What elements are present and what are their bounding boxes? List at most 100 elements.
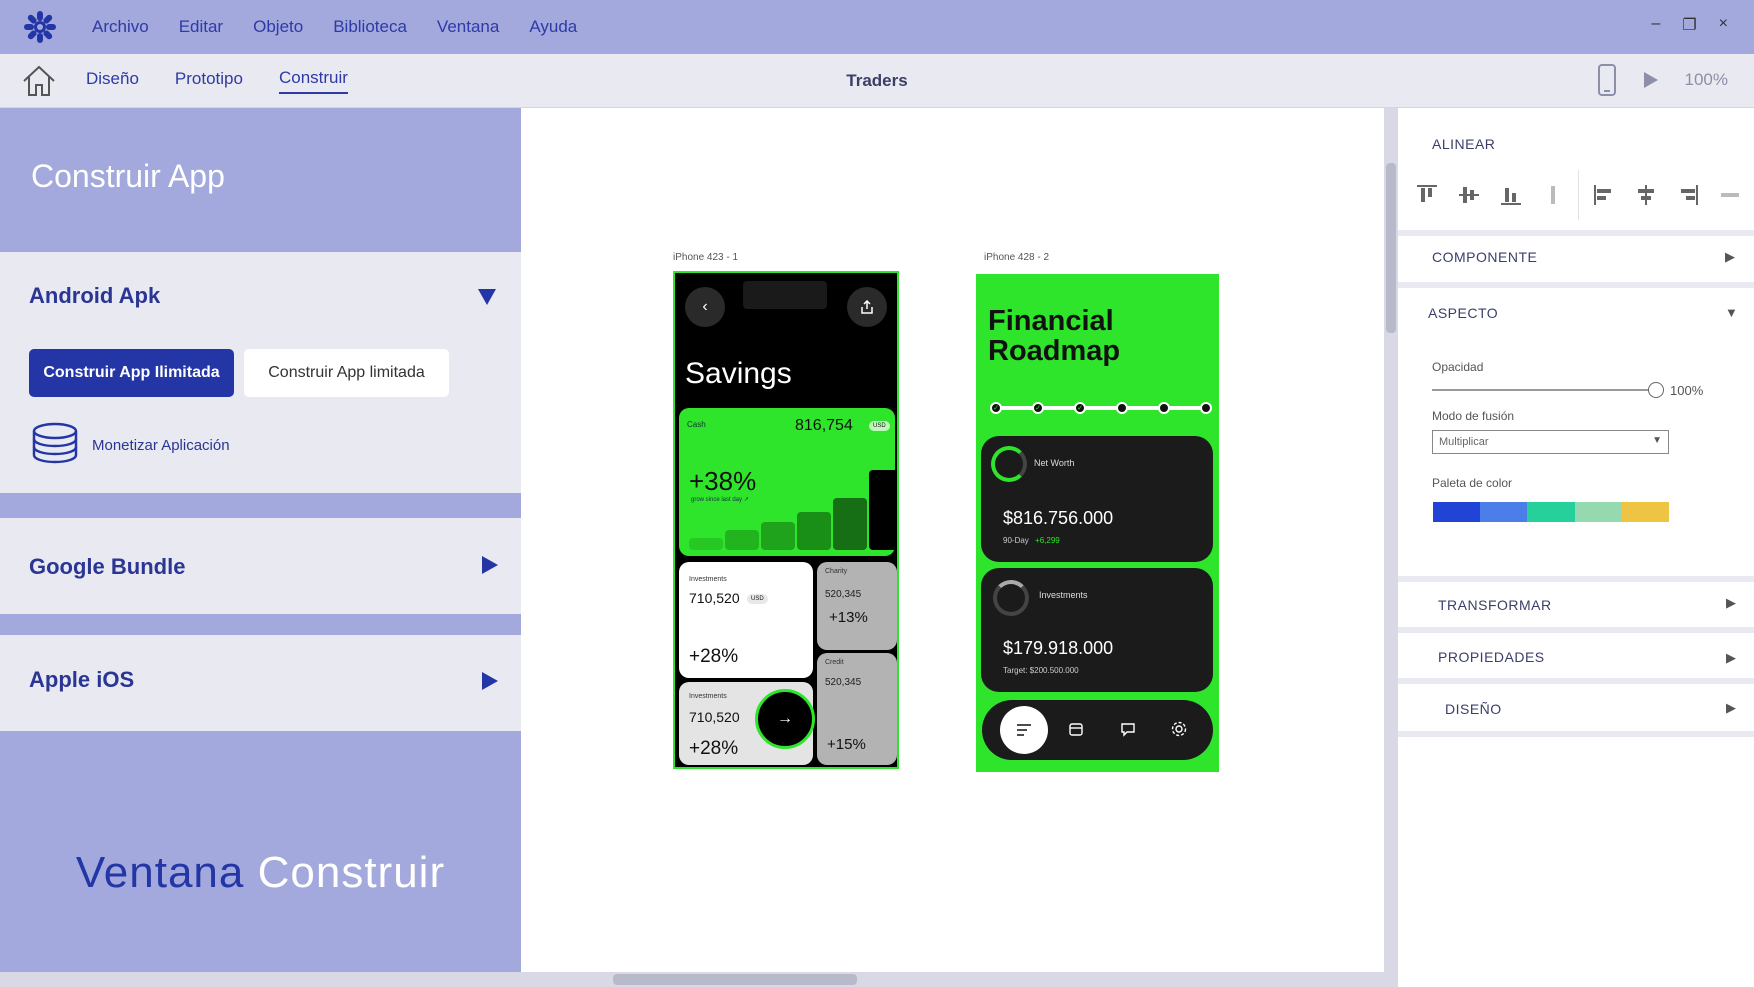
menu-ayuda[interactable]: Ayuda (529, 17, 577, 37)
vertical-scrollbar[interactable] (1384, 108, 1398, 987)
tab-construir[interactable]: Construir (278, 68, 348, 94)
app-logo-icon[interactable] (20, 7, 60, 47)
back-icon[interactable]: ‹ (685, 287, 725, 327)
align-divider (1578, 170, 1579, 220)
expand-arrow-icon[interactable]: ▶ (1725, 249, 1735, 265)
roadmap-progress-steps: ✓ ✓ ✓ (990, 402, 1212, 414)
collapse-arrow-icon[interactable] (478, 289, 496, 305)
tab-prototipo[interactable]: Prototipo (175, 69, 243, 93)
menu-archivo[interactable]: Archivo (92, 17, 149, 37)
minimize-button[interactable]: – (1651, 15, 1660, 35)
device-preview-icon[interactable] (1597, 64, 1617, 96)
horizontal-scroll-thumb[interactable] (613, 974, 857, 985)
align-bottom-icon[interactable] (1498, 182, 1524, 208)
build-limited-button[interactable]: Construir App limitada (244, 349, 449, 397)
menu-objeto[interactable]: Objeto (253, 17, 303, 37)
apple-section[interactable]: Apple iOS (0, 635, 521, 731)
design-canvas[interactable]: iPhone 423 - 1 iPhone 428 - 2 (521, 108, 1384, 972)
share-icon[interactable] (847, 287, 887, 327)
cash-value: 816,754 (795, 417, 853, 434)
palette-swatch[interactable] (1433, 502, 1481, 522)
vertical-scroll-thumb[interactable] (1386, 163, 1396, 333)
expand-arrow-icon[interactable] (482, 672, 498, 690)
networth-card[interactable]: Net Worth $816.756.000 90-Day +6,299 (981, 436, 1213, 562)
charity-card[interactable]: Charity 520,345 +13% (817, 562, 897, 650)
palette-swatch[interactable] (1480, 502, 1528, 522)
networth-period: 90-Day +6,299 (1003, 536, 1060, 545)
palette-swatch[interactable] (1527, 502, 1575, 522)
home-icon[interactable] (20, 62, 58, 100)
android-section-title[interactable]: Android Apk (29, 283, 160, 309)
align-header: ALINEAR (1432, 136, 1496, 152)
frame-label-1[interactable]: iPhone 423 - 1 (673, 252, 738, 263)
phone-frame-roadmap[interactable]: Financial Roadmap ✓ ✓ ✓ Net Worth $816.756… (976, 274, 1219, 772)
monetize-link[interactable]: Monetizar Aplicación (92, 437, 230, 454)
palette-swatch[interactable] (1574, 502, 1622, 522)
tab-diseno[interactable]: Diseño (86, 69, 139, 93)
expand-arrow-icon[interactable]: ▶ (1726, 650, 1736, 666)
blend-mode-value: Multiplicar (1439, 436, 1489, 448)
arrow-right-icon[interactable]: → (755, 689, 815, 749)
android-section: Android Apk Construir App Ilimitada Cons… (0, 252, 521, 493)
menu-editar[interactable]: Editar (179, 17, 223, 37)
component-header[interactable]: COMPONENTE (1432, 249, 1537, 265)
chat-icon[interactable] (1120, 721, 1136, 742)
zoom-level[interactable]: 100% (1685, 70, 1728, 90)
progress-track (990, 406, 1212, 410)
menu-biblioteca[interactable]: Biblioteca (333, 17, 407, 37)
cash-card[interactable]: Cash 816,754 USD +38% grow since last da… (679, 408, 895, 556)
play-icon[interactable] (1643, 71, 1659, 89)
charity-change: +13% (829, 609, 868, 626)
design-header[interactable]: DISEÑO (1445, 701, 1502, 717)
expand-arrow-icon[interactable] (482, 556, 498, 574)
notch (743, 281, 827, 309)
investments-card[interactable]: Investments 710,520 USD +28% (679, 562, 813, 678)
distribute-horizontal-icon[interactable] (1717, 182, 1743, 208)
investments-label: Investments (689, 576, 727, 583)
cash-label: Cash (687, 420, 706, 429)
align-right-icon[interactable] (1675, 182, 1701, 208)
investments-roadmap-card[interactable]: Investments $179.918.000 Target: $200.50… (981, 568, 1213, 692)
credit-card[interactable]: Credit 520,345 +15% (817, 653, 897, 765)
palette-swatch[interactable] (1621, 502, 1670, 522)
close-button[interactable]: × (1719, 15, 1728, 35)
build-unlimited-button[interactable]: Construir App Ilimitada (29, 349, 234, 397)
panel-separator (1398, 678, 1754, 684)
expand-arrow-icon[interactable]: ▶ (1726, 595, 1736, 611)
horizontal-scrollbar[interactable] (0, 972, 1384, 987)
savings-bar (797, 512, 831, 550)
savings-bar (869, 470, 895, 550)
maximize-button[interactable]: ❐ (1682, 15, 1696, 35)
blend-mode-select[interactable]: Multiplicar ▼ (1432, 430, 1669, 454)
opacity-label: Opacidad (1432, 360, 1484, 374)
properties-header[interactable]: PROPIEDADES (1438, 649, 1545, 665)
step-pending-icon (1200, 402, 1212, 414)
opacity-slider[interactable] (1432, 382, 1664, 398)
apple-section-title[interactable]: Apple iOS (29, 667, 134, 693)
cash-subtext: grow since last day ↗ (691, 497, 749, 503)
align-center-icon[interactable] (1633, 182, 1659, 208)
menu-ventana[interactable]: Ventana (437, 17, 499, 37)
google-section-title[interactable]: Google Bundle (29, 554, 185, 580)
distribute-vertical-icon[interactable] (1540, 182, 1566, 208)
collapse-arrow-icon[interactable]: ▼ (1725, 305, 1738, 320)
investments-roadmap-value: $179.918.000 (1003, 638, 1114, 658)
phone-frame-savings[interactable]: ‹ Savings Cash 816,754 USD +38% grow sin… (673, 271, 899, 769)
networth-period-label: 90-Day (1003, 536, 1029, 545)
align-left-icon[interactable] (1591, 182, 1617, 208)
gear-icon[interactable] (1170, 720, 1188, 743)
expand-arrow-icon[interactable]: ▶ (1726, 700, 1736, 716)
google-section[interactable]: Google Bundle (0, 518, 521, 614)
bottom-nav-bar (982, 700, 1213, 760)
align-middle-icon[interactable] (1456, 182, 1482, 208)
chevron-down-icon[interactable]: ▼ (1652, 435, 1662, 446)
frame-label-2[interactable]: iPhone 428 - 2 (984, 252, 1049, 263)
list-icon[interactable] (1000, 706, 1048, 754)
opacity-slider-handle[interactable] (1648, 382, 1664, 398)
align-top-icon[interactable] (1414, 182, 1440, 208)
transform-header[interactable]: TRANSFORMAR (1438, 597, 1552, 613)
cash-currency: USD (869, 421, 890, 431)
toolbar: Traders Diseño Prototipo Construir 100% (0, 54, 1754, 108)
aspect-header[interactable]: ASPECTO (1428, 305, 1498, 321)
calendar-icon[interactable] (1068, 721, 1084, 742)
